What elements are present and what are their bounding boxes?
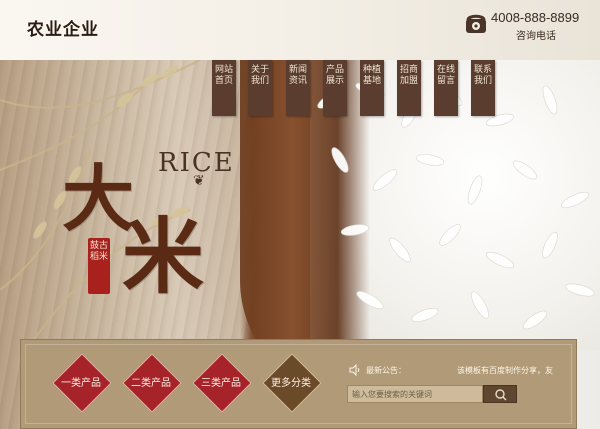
category-label: 一类产品	[61, 378, 101, 389]
nav-item-news[interactable]: 新闻资讯	[286, 60, 310, 116]
nav-item-message[interactable]: 在线留言	[434, 60, 458, 116]
nav-item-contact[interactable]: 联系我们	[471, 60, 495, 116]
nav-item-products[interactable]: 产品展示	[323, 60, 347, 116]
phone-label: 咨询电话	[516, 31, 556, 42]
category-button-2[interactable]: 二类产品	[120, 351, 182, 413]
category-button-1[interactable]: 一类产品	[50, 351, 112, 413]
category-label: 三类产品	[201, 378, 241, 389]
notice-text[interactable]: 该模板有百度制作分享，友	[457, 365, 553, 376]
search-input[interactable]	[347, 385, 483, 403]
notice-label: 最新公告：	[366, 366, 406, 375]
hero-title-char-2: 米	[122, 209, 205, 305]
category-button-3[interactable]: 三类产品	[190, 351, 252, 413]
phone-number: 4008-888-8899	[491, 10, 580, 25]
category-label: 更多分类	[271, 378, 311, 389]
nav-item-franchise[interactable]: 招商加盟	[397, 60, 421, 116]
seal-stamp: 鼓古稻米	[88, 238, 110, 294]
nav-item-base[interactable]: 种植基地	[360, 60, 384, 116]
nav-item-home[interactable]: 网站首页	[212, 60, 236, 116]
search-icon	[495, 389, 507, 401]
header: 农业企业 4008-888-8899 咨询电话	[0, 0, 600, 60]
more-categories-button[interactable]: 更多分类	[260, 351, 322, 413]
logo-text[interactable]: 农业企业	[27, 15, 99, 40]
swirl-ornament-icon: ❦	[193, 173, 205, 189]
speaker-icon	[349, 364, 360, 376]
category-label: 二类产品	[131, 378, 171, 389]
search-button[interactable]	[483, 385, 517, 403]
nav-item-about[interactable]: 关于我们	[248, 60, 272, 116]
phone-icon	[466, 14, 486, 33]
